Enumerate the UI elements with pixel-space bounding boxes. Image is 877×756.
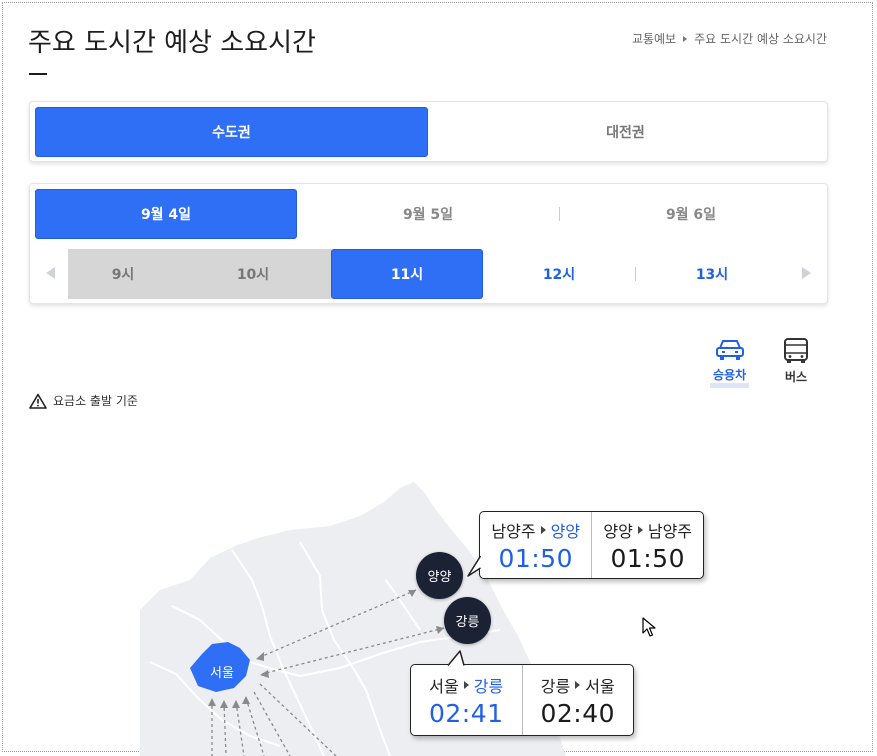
route-destination: 강릉 <box>473 676 504 696</box>
tooltip-pointer-yangyang <box>467 556 481 577</box>
route-origin: 서울 <box>429 676 459 696</box>
region-tab-panel: 수도권 대전권 <box>29 101 828 162</box>
tooltip-pointer-gangneung <box>447 650 465 666</box>
route-back-yangyang-namyangju[interactable]: 양양 남양주 01:50 <box>591 512 703 578</box>
route-back-gangneung-seoul[interactable]: 강릉 서울 02:40 <box>521 665 634 735</box>
hour-next-arrow-icon[interactable] <box>802 267 811 279</box>
route-origin: 남양주 <box>491 521 536 541</box>
route-arrow-icon <box>575 680 581 689</box>
vehicle-car-label: 승용차 <box>710 366 750 388</box>
route-out-namyangju-yangyang[interactable]: 남양주 양양 01:50 <box>480 512 591 578</box>
route-arrow-icon <box>463 680 469 689</box>
date-hour-panel: 9월 4일 9월 5일 9월 6일 9시 10시 11시 12시 13시 <box>29 183 828 304</box>
city-label-seoul[interactable]: 서울 <box>200 662 244 681</box>
tab-hour-12[interactable]: 12시 <box>483 249 635 299</box>
bus-icon <box>784 338 809 363</box>
car-icon <box>715 340 744 360</box>
route-destination: 서울 <box>585 676 615 696</box>
title-underline <box>29 73 47 75</box>
city-marker-gangneung[interactable]: 강릉 <box>444 597 491 644</box>
tab-date-sep-6[interactable]: 9월 6일 <box>560 189 822 239</box>
tab-hour-11[interactable]: 11시 <box>331 249 483 299</box>
route-arrow-icon <box>540 525 546 534</box>
route-duration: 01:50 <box>498 543 573 573</box>
breadcrumb-arrow-icon <box>683 35 688 42</box>
tab-date-sep-5[interactable]: 9월 5일 <box>297 189 559 239</box>
tab-region-capital[interactable]: 수도권 <box>35 107 428 157</box>
route-tooltip-gangneung: 서울 강릉 02:41 강릉 서울 02:40 <box>410 664 634 736</box>
route-out-seoul-gangneung[interactable]: 서울 강릉 02:41 <box>411 665 522 735</box>
hour-prev-arrow-icon[interactable] <box>46 267 55 279</box>
mouse-cursor-icon <box>642 617 656 637</box>
page-title: 주요 도시간 예상 소요시간 <box>28 28 316 58</box>
vehicle-bus-label: 버스 <box>785 370 808 384</box>
breadcrumb-item-traffic-forecast[interactable]: 교통예보 <box>632 30 676 47</box>
tab-hour-9[interactable]: 9시 <box>68 249 178 299</box>
vehicle-bus-button[interactable]: 버스 <box>782 338 810 385</box>
route-destination: 양양 <box>550 521 581 541</box>
tab-date-sep-4[interactable]: 9월 4일 <box>35 189 297 239</box>
route-duration: 02:40 <box>540 698 616 728</box>
route-map: 양양 강릉 서울 남양주 양양 01:50 양양 남양주 01:50 서울 강릉… <box>0 430 877 756</box>
route-arrow-icon <box>637 525 643 534</box>
route-duration: 01:50 <box>610 543 685 573</box>
breadcrumb: 교통예보 주요 도시간 예상 소요시간 <box>632 30 827 47</box>
tab-hour-13[interactable]: 13시 <box>636 249 788 299</box>
tollgate-notice-text: 요금소 출발 기준 <box>53 394 138 408</box>
warning-icon <box>29 393 47 409</box>
route-origin: 양양 <box>603 521 633 541</box>
vehicle-car-button[interactable]: 승용차 <box>710 338 750 388</box>
route-tooltip-yangyang: 남양주 양양 01:50 양양 남양주 01:50 <box>479 511 704 579</box>
route-duration: 02:41 <box>428 698 504 728</box>
route-origin: 강릉 <box>540 676 571 696</box>
tab-region-daejeon[interactable]: 대전권 <box>428 107 823 157</box>
tollgate-notice: 요금소 출발 기준 <box>29 392 138 409</box>
tab-hour-10[interactable]: 10시 <box>188 249 318 299</box>
hour-selector: 9시 10시 11시 12시 13시 <box>30 249 827 299</box>
route-destination: 남양주 <box>647 521 693 541</box>
breadcrumb-item-current: 주요 도시간 예상 소요시간 <box>694 32 827 46</box>
city-marker-yangyang[interactable]: 양양 <box>416 552 463 599</box>
